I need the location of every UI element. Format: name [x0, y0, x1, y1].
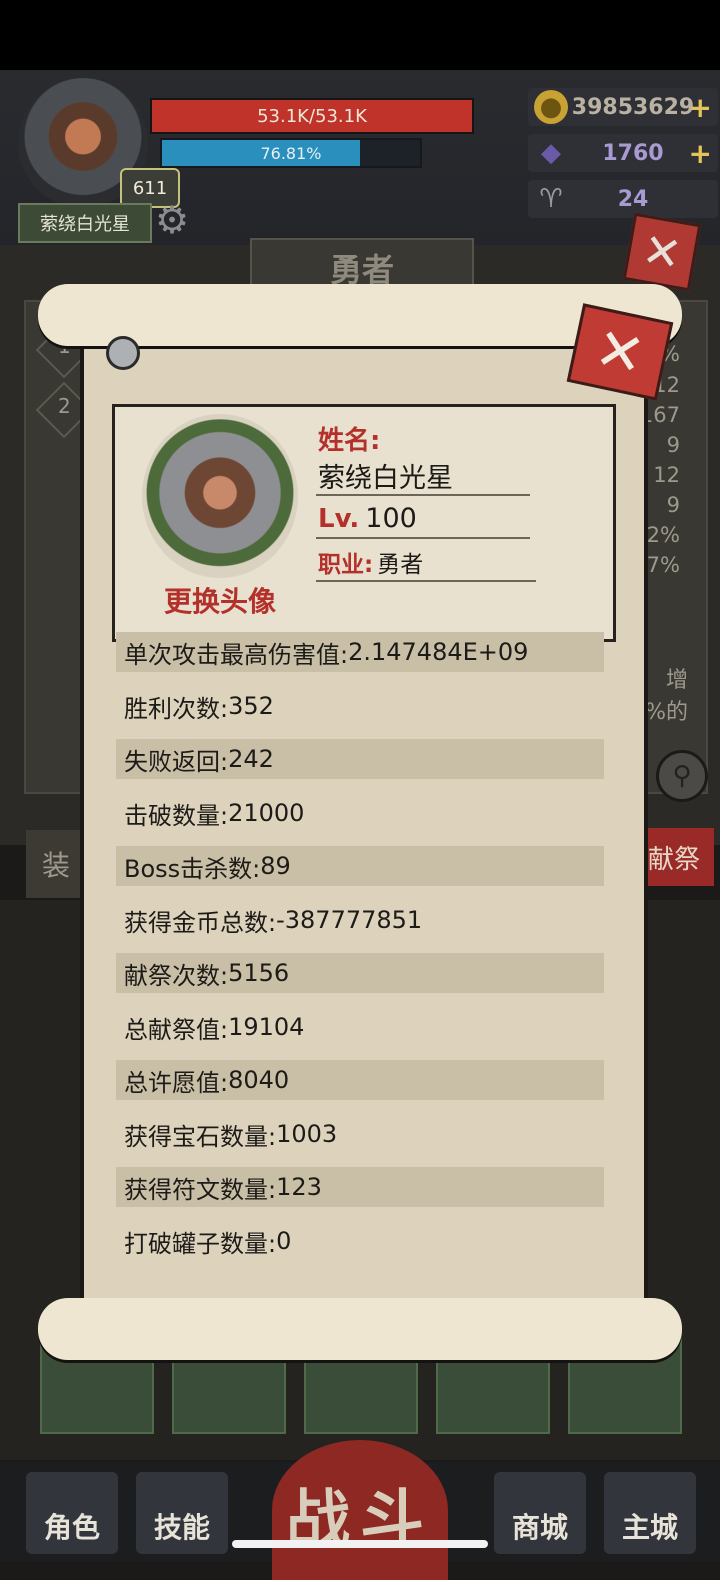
- fight-button[interactable]: 战斗: [272, 1440, 448, 1580]
- stat-row: 获得宝石数量: 1003: [116, 1114, 604, 1154]
- stat-row: 总许愿值: 8040: [116, 1060, 604, 1100]
- xp-bar: 76.81%: [160, 138, 422, 168]
- pin-icon: [106, 336, 140, 370]
- rank-number-2: 2: [58, 394, 71, 418]
- scroll-bottom-roll: [38, 1298, 682, 1360]
- nav-character-button[interactable]: 角色: [26, 1472, 118, 1554]
- stat-row: 献祭次数: 5156: [116, 953, 604, 993]
- settings-gear-icon[interactable]: ⚙: [155, 198, 199, 242]
- class-label: 职业:: [318, 552, 374, 578]
- nav-city-button[interactable]: 主城: [604, 1472, 696, 1554]
- stat-value: 8040: [228, 1066, 290, 1094]
- stat-value: -387777851: [276, 906, 423, 934]
- stat-row: 获得金币总数: -387777851: [116, 900, 604, 940]
- stat-label: 失败返回:: [124, 747, 229, 776]
- stat-value: 21000: [228, 799, 305, 827]
- gold-add-button[interactable]: +: [689, 88, 712, 126]
- name-label: 姓名:: [318, 426, 381, 456]
- nav-shop-label: 商城: [511, 1511, 568, 1544]
- home-indicator[interactable]: [232, 1540, 488, 1548]
- level-line: Lv. 100: [318, 503, 417, 534]
- nav-city-label: 主城: [621, 1511, 678, 1544]
- hp-bar: 53.1K/53.1K: [150, 98, 474, 134]
- stat-value: 1003: [276, 1120, 338, 1148]
- xp-text: 76.81%: [260, 143, 322, 163]
- class-value: 勇者: [377, 552, 424, 578]
- level-value: 100: [365, 503, 417, 534]
- gem-counter: ◆ 1760 +: [528, 134, 718, 172]
- stat-value: 5156: [228, 959, 290, 987]
- token-counter: ♈ 24: [528, 180, 718, 218]
- name-value: 萦绕白光星: [318, 463, 453, 494]
- back-desc-1: 增: [665, 668, 688, 693]
- stat-row: Boss击杀数: 89: [116, 846, 604, 886]
- search-icon[interactable]: ⚲: [656, 750, 708, 802]
- stat-value: 242: [228, 745, 274, 773]
- divider: [316, 494, 530, 496]
- back-value-4: 12: [653, 463, 680, 487]
- tab-equipment[interactable]: 装: [26, 830, 86, 898]
- stat-label: 获得金币总数:: [124, 908, 277, 937]
- back-desc-2: %的: [645, 700, 688, 725]
- stat-value: 89: [260, 852, 291, 880]
- stat-label: 胜利次数:: [124, 694, 229, 723]
- change-avatar-button[interactable]: 更换头像: [150, 580, 290, 620]
- stat-label: 获得符文数量:: [124, 1175, 277, 1204]
- stat-row: 打破罐子数量: 0: [116, 1221, 604, 1261]
- stat-value: 19104: [228, 1013, 305, 1041]
- gold-counter: ● 39853629 +: [528, 88, 718, 126]
- stat-label: 总许愿值:: [124, 1068, 229, 1097]
- back-value-6: 2%: [646, 523, 680, 547]
- stat-value: 123: [276, 1173, 322, 1201]
- back-value-3: 9: [666, 433, 680, 457]
- gem-value: 1760: [602, 140, 664, 166]
- status-bar: [0, 0, 720, 70]
- token-value: 24: [617, 186, 649, 212]
- divider: [316, 580, 536, 582]
- stat-value: 0: [276, 1227, 292, 1255]
- stat-row: 胜利次数: 352: [116, 686, 604, 726]
- stat-label: Boss击杀数:: [124, 854, 261, 883]
- player-name-tag: 萦绕白光星: [18, 203, 152, 243]
- gold-value: 39853629: [571, 94, 695, 120]
- crystal-gem-icon: ◆: [541, 138, 561, 168]
- nav-character-label: 角色: [43, 1511, 100, 1544]
- back-value-5: 9: [666, 493, 680, 517]
- stat-value: 2.147484E+09: [348, 638, 529, 666]
- class-line: 职业: 勇者: [318, 545, 423, 579]
- gold-coin-icon: ●: [534, 90, 568, 124]
- stat-row: 击破数量: 21000: [116, 793, 604, 833]
- stat-label: 总献祭值:: [124, 1015, 229, 1044]
- stat-row: 单次攻击最高伤害值: 2.147484E+09: [116, 632, 604, 672]
- divider: [316, 537, 530, 539]
- stat-label: 获得宝石数量:: [124, 1122, 277, 1151]
- hero-portrait[interactable]: [142, 414, 298, 578]
- nav-skills-label: 技能: [153, 1511, 210, 1544]
- stat-row: 总献祭值: 19104: [116, 1007, 604, 1047]
- stat-label: 击破数量:: [124, 801, 229, 830]
- stat-label: 打破罐子数量:: [124, 1229, 277, 1258]
- nav-skills-button[interactable]: 技能: [136, 1472, 228, 1554]
- stat-label: 单次攻击最高伤害值:: [124, 640, 349, 669]
- hero-panel-close-icon[interactable]: ✕: [622, 212, 702, 292]
- ram-skull-icon: ♈: [539, 184, 563, 214]
- stat-label: 献祭次数:: [124, 961, 229, 990]
- stat-row: 失败返回: 242: [116, 739, 604, 779]
- nav-shop-button[interactable]: 商城: [494, 1472, 586, 1554]
- stat-value: 352: [228, 692, 274, 720]
- stat-row: 获得符文数量: 123: [116, 1167, 604, 1207]
- level-label: Lv.: [318, 504, 360, 534]
- gem-add-button[interactable]: +: [689, 134, 712, 172]
- hp-text: 53.1K/53.1K: [257, 105, 367, 127]
